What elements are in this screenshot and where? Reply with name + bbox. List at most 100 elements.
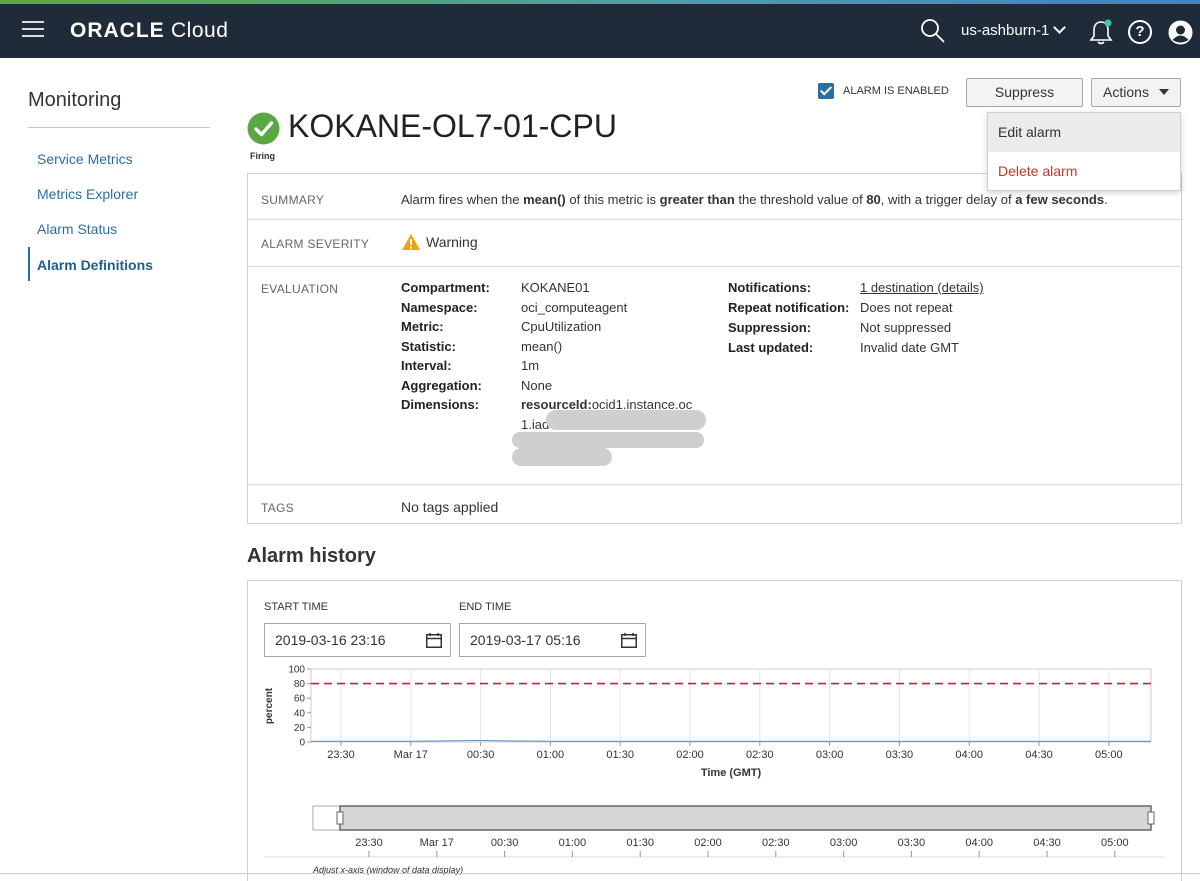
alarm-enabled-label: ALARM IS ENABLED (843, 85, 949, 97)
brand-bold-text: ORACLE (70, 19, 165, 42)
summary-operator: greater than (659, 192, 735, 207)
chevron-down-icon (1053, 21, 1067, 34)
sidebar-item-service-metrics[interactable]: Service Metrics (28, 146, 210, 181)
statistic-key: Statistic: (401, 338, 456, 354)
navigator-tick-label: 01:00 (559, 837, 587, 849)
start-time-value: 2019-03-16 23:16 (275, 632, 386, 648)
summary-part: . (1104, 192, 1108, 207)
warning-icon (402, 234, 420, 250)
check-circle-icon (247, 112, 280, 145)
summary-text: Alarm fires when the mean() of this metr… (401, 192, 1108, 207)
brand-logo[interactable]: ORACLE Cloud (70, 19, 228, 43)
region-selector[interactable]: us-ashburn-1 (961, 21, 1067, 39)
navigator-tick-label: Mar 17 (420, 837, 454, 849)
interval-value: 1m (521, 358, 540, 373)
summary-part: Alarm fires when the (401, 192, 524, 207)
navigator-tick-label: 03:30 (898, 837, 926, 849)
last-updated-value: Invalid date GMT (860, 340, 959, 355)
bell-icon[interactable] (1088, 18, 1114, 46)
x-tick-label: 02:00 (676, 749, 704, 761)
sidebar-item-alarm-status[interactable]: Alarm Status (28, 216, 210, 251)
alarm-enabled-checkbox[interactable] (818, 83, 834, 99)
x-tick-label: 00:30 (467, 749, 495, 761)
sidebar-item-metrics-explorer[interactable]: Metrics Explorer (28, 181, 210, 216)
x-axis-navigator[interactable]: 23:30 Mar 17 00:30 01:00 01:30 02:00 02:30 03:0… (248, 801, 1181, 881)
navigator-tick-label: 05:00 (1101, 837, 1129, 849)
severity-value: Warning (401, 233, 478, 251)
plot-area (310, 668, 1152, 743)
y-axis: 0 20 40 60 80 100 (288, 665, 311, 749)
navigator-tick-label: 02:30 (762, 837, 790, 849)
interval-key: Interval: (401, 358, 452, 373)
y-tick-label: 60 (294, 694, 306, 705)
evaluation-row: EVALUATION Compartment: KOKANE01 Namespac… (248, 267, 1181, 485)
region-label: us-ashburn-1 (961, 22, 1050, 39)
calendar-icon[interactable] (426, 633, 442, 648)
page-bottom-divider (0, 873, 1200, 874)
summary-delay: a few seconds (1015, 192, 1105, 207)
end-time-value: 2019-03-17 05:16 (470, 632, 581, 648)
x-tick-label: 04:30 (1025, 749, 1053, 761)
navigator-x-axis: 23:30 Mar 17 00:30 01:00 01:30 02:00 02:30 03:0… (355, 837, 1129, 857)
notifications-link[interactable]: 1 destination (details) (860, 280, 984, 295)
help-icon[interactable]: ? (1128, 20, 1152, 44)
repeat-notification-key: Repeat notification: (728, 300, 850, 315)
start-time-input[interactable]: 2019-03-16 23:16 (264, 623, 451, 657)
statistic-value: mean() (521, 338, 563, 354)
aggregation-key: Aggregation: (401, 377, 482, 393)
tags-label: TAGS (261, 501, 294, 515)
evaluation-label: EVALUATION (261, 282, 339, 296)
summary-part: of this metric is (565, 192, 660, 207)
sidebar-item-alarm-definitions[interactable]: Alarm Definitions (28, 247, 210, 281)
end-time-input[interactable]: 2019-03-17 05:16 (459, 623, 646, 657)
navigator-handle-right[interactable] (1147, 811, 1155, 825)
suppression-value: Not suppressed (860, 320, 952, 335)
suppress-alarm-button[interactable]: Suppress alarm (966, 78, 1083, 127)
delete-alarm-menu-item[interactable]: Delete alarm (988, 152, 1180, 191)
navigator-tick-label: 02:00 (694, 837, 722, 849)
severity-row: ALARM SEVERITY Warning (248, 220, 1181, 267)
user-icon[interactable] (1168, 20, 1193, 45)
severity-label: ALARM SEVERITY (261, 237, 370, 251)
alarm-details-panel: SUMMARY Alarm fires when the mean() of t… (247, 173, 1182, 524)
navigator-tick-label: 04:00 (965, 837, 993, 849)
repeat-notification-value: Does not repeat (860, 300, 953, 315)
search-icon[interactable] (920, 18, 946, 44)
x-axis: 23:30 Mar 17 00:30 01:00 01:30 02:00 02:30 03:0… (327, 742, 1123, 761)
navigator-tick-label: 00:30 (491, 837, 519, 849)
namespace-value: oci_computeagent (521, 299, 628, 315)
sidebar-nav: Service Metrics Metrics Explorer Alarm S… (28, 146, 210, 281)
redaction-mark (512, 432, 704, 448)
edit-alarm-menu-item[interactable]: Edit alarm (988, 113, 1180, 152)
redaction-mark (512, 448, 612, 466)
x-tick-label: 05:00 (1095, 749, 1123, 761)
x-tick-label: 03:30 (886, 749, 914, 761)
alarm-enabled-toggle[interactable]: ALARM IS ENABLED (818, 83, 949, 99)
navigator-handle-left[interactable] (336, 811, 344, 825)
compartment-key: Compartment: (401, 280, 490, 295)
x-tick-label: 01:00 (537, 749, 565, 761)
summary-statistic: mean() (523, 192, 566, 207)
x-tick-label: Mar 17 (394, 749, 428, 761)
hamburger-icon[interactable] (22, 21, 44, 41)
x-tick-label: 02:30 (746, 749, 774, 761)
summary-part: , with a trigger delay of (880, 192, 1016, 207)
namespace-key: Namespace: (401, 299, 478, 315)
end-time-label: END TIME (459, 601, 512, 613)
y-tick-label: 0 (299, 738, 305, 749)
brand-light-text: Cloud (171, 19, 229, 42)
navigator-tick-label: 03:00 (830, 837, 858, 849)
y-axis-label: percent (264, 687, 275, 724)
navigator-window[interactable] (339, 805, 1152, 831)
sidebar-divider (28, 127, 210, 128)
x-tick-label: 23:30 (327, 749, 355, 761)
tags-value: No tags applied (401, 499, 499, 515)
y-tick-label: 80 (294, 679, 306, 690)
redaction-mark (546, 410, 706, 430)
summary-label: SUMMARY (261, 193, 325, 207)
actions-button[interactable]: Actions (1091, 78, 1181, 107)
compartment-value: KOKANE01 (521, 280, 590, 295)
navigator-tick-label: 23:30 (355, 837, 383, 849)
calendar-icon[interactable] (621, 633, 637, 648)
start-time-label: START TIME (264, 601, 328, 613)
